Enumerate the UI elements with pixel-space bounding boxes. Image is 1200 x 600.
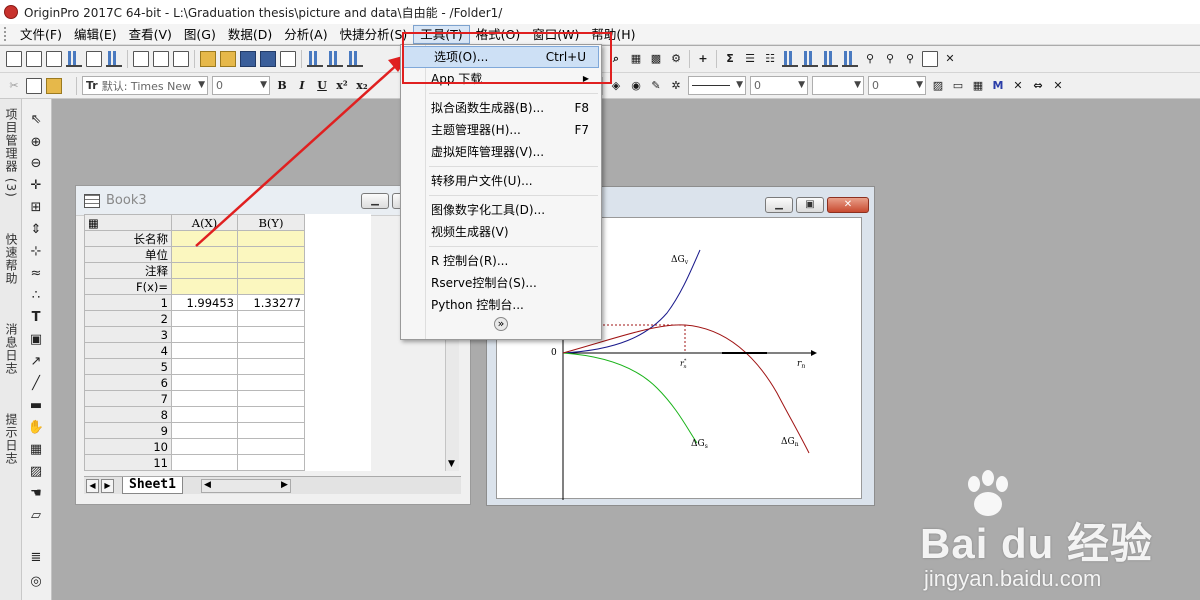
menu-item-label: Python 控制台... [431, 298, 524, 312]
expand-chevron-icon[interactable]: » [494, 317, 508, 331]
menu-separator [429, 195, 598, 196]
menu-separator [429, 246, 598, 247]
menu-separator [429, 93, 598, 94]
annotation-arrow-line [195, 61, 401, 247]
menu-expand[interactable]: » [401, 316, 601, 334]
menu-item-theme-organizer[interactable]: 主题管理器(H)... F7 [401, 119, 601, 141]
menu-item-r-console[interactable]: R 控制台(R)... [401, 250, 601, 272]
menu-item-shortcut: Ctrl+U [545, 50, 586, 64]
menu-item-fitting-function-builder[interactable]: 拟合函数生成器(B)... F8 [401, 97, 601, 119]
menu-item-label: Rserve控制台(S)... [431, 276, 537, 290]
menu-item-shortcut: F8 [574, 101, 589, 115]
menu-item-label: 选项(O)... [434, 50, 489, 64]
menu-item-digitizer[interactable]: 图像数字化工具(D)... [401, 199, 601, 221]
menu-item-options[interactable]: 选项(O)... Ctrl+U [403, 46, 599, 68]
menu-item-transfer-user-files[interactable]: 转移用户文件(U)... [401, 170, 601, 192]
menu-item-label: 视频生成器(V) [431, 225, 509, 239]
menu-item-label: App 下载 [431, 72, 483, 86]
menu-item-label: 图像数字化工具(D)... [431, 203, 546, 217]
menu-item-video-builder[interactable]: 视频生成器(V) [401, 221, 601, 243]
menu-item-label: 拟合函数生成器(B)... [431, 101, 545, 115]
menu-item-label: R 控制台(R)... [431, 254, 509, 268]
menu-separator [429, 166, 598, 167]
menu-item-rserve-console[interactable]: Rserve控制台(S)... [401, 272, 601, 294]
menu-item-shortcut: F7 [574, 123, 589, 137]
origin-app-window: OriginPro 2017C 64-bit - L:\Graduation t… [0, 0, 1200, 600]
tools-dropdown-menu: 选项(O)... Ctrl+U App 下载 ▶ 拟合函数生成器(B)... F… [400, 44, 602, 340]
menu-item-app-download[interactable]: App 下载 ▶ [401, 68, 601, 90]
menu-item-label: 虚拟矩阵管理器(V)... [431, 145, 545, 159]
submenu-arrow-icon: ▶ [582, 74, 589, 83]
menu-item-python-console[interactable]: Python 控制台... [401, 294, 601, 316]
menu-item-label: 主题管理器(H)... [431, 123, 521, 137]
menu-item-label: 转移用户文件(U)... [431, 174, 533, 188]
menu-item-virtual-matrix-manager[interactable]: 虚拟矩阵管理器(V)... [401, 141, 601, 163]
